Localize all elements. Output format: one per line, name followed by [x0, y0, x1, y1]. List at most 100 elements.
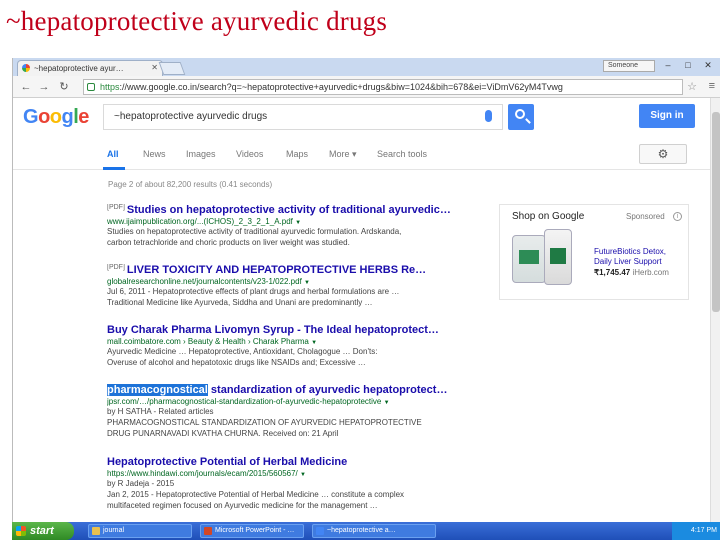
logo-letter: o [49, 106, 62, 128]
url-text: ://www.google.co.in/search?q=~hepatoprot… [119, 82, 563, 92]
result-snippet-line: Ayurvedic Medicine … Hepatoprotective, A… [107, 347, 378, 356]
search-button[interactable] [508, 104, 534, 130]
active-tab-indicator [103, 167, 125, 170]
price-value: ₹1,745.47 [594, 268, 631, 277]
result-title[interactable]: [PDF] LIVER TOXICITY AND HEPATOPROTECTIVE… [107, 264, 477, 276]
close-tab-icon[interactable]: ✕ [151, 63, 158, 72]
product-name[interactable]: FutureBiotics Detox, Daily Liver Support [594, 247, 666, 267]
start-button[interactable]: start [12, 522, 74, 540]
sponsored-label: Sponsored [626, 212, 665, 221]
tab-news[interactable]: News [143, 149, 166, 159]
result-snippet-line: PHARMACOGNOSTICAL STANDARDIZATION OF AYU… [107, 418, 422, 427]
result-title-text[interactable]: LIVER TOXICITY AND HEPATOPROTECTIVE HERB… [127, 264, 426, 276]
result-stats: Page 2 of about 82,200 results (0.41 sec… [108, 180, 273, 189]
tab-maps[interactable]: Maps [286, 149, 308, 159]
logo-letter: o [38, 106, 50, 128]
maximize-icon[interactable]: □ [679, 60, 697, 72]
tab-google-search[interactable]: ~hepatoprotective ayur… ✕ [17, 60, 163, 76]
result-url: jpsr.com/…/pharmacognostical-standardiza… [107, 397, 477, 406]
result-snippet-line: Overuse of alcohol and hepatotoxic drugs… [107, 358, 366, 367]
shopping-title: Shop on Google [512, 211, 585, 222]
task-label: journal [103, 527, 125, 534]
logo-letter: G [23, 106, 39, 128]
vertical-scrollbar[interactable] [710, 98, 720, 522]
folder-icon [92, 527, 100, 535]
chrome-icon [316, 527, 324, 535]
search-result: Buy Charak Pharma Livomyn Syrup - The Id… [107, 324, 477, 368]
result-url: mall.coimbatore.com › Beauty & Health › … [107, 337, 477, 346]
reload-icon[interactable]: ↻ [57, 80, 71, 94]
dropdown-arrow-icon[interactable]: ▼ [300, 472, 306, 478]
back-arrow-icon[interactable]: ← [19, 80, 33, 94]
search-nav: All News Images Videos Maps More ▾ Searc… [13, 138, 720, 170]
microphone-icon[interactable] [485, 110, 492, 122]
powerpoint-icon [204, 527, 212, 535]
tab-all[interactable]: All [107, 149, 119, 159]
tab-search-tools[interactable]: Search tools [377, 149, 427, 159]
tab-images[interactable]: Images [186, 149, 216, 159]
dropdown-arrow-icon[interactable]: ▼ [384, 400, 390, 406]
result-snippet-line: by R Jadeja - 2015 [107, 479, 175, 488]
result-snippet-line: Jul 6, 2011 - Hepatoprotective effects o… [107, 287, 400, 296]
taskbar-item-journal[interactable]: journal [88, 524, 192, 538]
search-result: Hepatoprotective Potential of Herbal Med… [107, 456, 477, 511]
shopping-card[interactable]: Shop on Google Sponsored i FutureBiotics… [499, 204, 689, 300]
result-url: globalresearchonline.net/journalcontents… [107, 277, 477, 286]
new-tab-button[interactable] [158, 62, 186, 75]
highlighted-term: pharmacognostical [107, 384, 208, 396]
store-name: iHerb.com [632, 268, 669, 277]
result-url-text: https://www.hindawi.com/journals/ecam/20… [107, 469, 298, 478]
sign-in-button[interactable]: Sign in [639, 104, 695, 128]
slide-title: ~hepatoprotective ayurvedic drugs [6, 6, 388, 36]
result-snippet-line: multifaceted regimen focused on Ayurvedi… [107, 501, 378, 510]
logo-letter: g [61, 106, 74, 128]
result-url: https://www.hindawi.com/journals/ecam/20… [107, 469, 477, 478]
result-snippet-line: Traditional Medicine like Ayurveda, Sidd… [107, 298, 373, 307]
result-title[interactable]: Buy Charak Pharma Livomyn Syrup - The Id… [107, 324, 477, 336]
taskbar-item-browser[interactable]: ~hepatoprotective a… [312, 524, 436, 538]
browser-menu-icon[interactable]: ≡ [709, 80, 715, 92]
address-bar[interactable]: https://www.google.co.in/search?q=~hepat… [83, 79, 683, 95]
info-icon[interactable]: i [673, 212, 682, 221]
search-input[interactable]: ~hepatoprotective ayurvedic drugs [103, 104, 503, 130]
result-snippet-line: Studies on hepatoprotective activity of … [107, 227, 402, 236]
result-url: www.ijaimpublication.org/...(ICHOS)_2_3_… [107, 217, 477, 226]
google-header: Google ~hepatoprotective ayurvedic drugs… [13, 98, 720, 138]
tab-label: ~hepatoprotective ayur… [34, 64, 124, 73]
product-name-line: FutureBiotics Detox, [594, 247, 667, 256]
close-window-icon[interactable]: ✕ [699, 60, 717, 72]
taskbar: start journal Microsoft PowerPoint - … ~… [12, 522, 720, 540]
pdf-tag: [PDF] [107, 264, 125, 271]
profile-button[interactable]: Someone [603, 60, 655, 72]
tab-more[interactable]: More ▾ [329, 149, 357, 160]
result-url-text: jpsr.com/…/pharmacognostical-standardiza… [107, 397, 382, 406]
minimize-icon[interactable]: – [659, 60, 677, 72]
task-label: ~hepatoprotective a… [327, 527, 396, 534]
forward-arrow-icon[interactable]: → [37, 80, 51, 94]
settings-gear-icon[interactable]: ⚙ [639, 144, 687, 164]
result-title[interactable]: [PDF] Studies on hepatoprotective activit… [107, 204, 477, 216]
result-snippet-line: carbon tetrachloride and choric products… [107, 238, 350, 247]
result-title-text[interactable]: standardization of ayurvedic hepatoprote… [208, 384, 448, 396]
browser-screenshot: ~hepatoprotective ayur… ✕ Someone – □ ✕ … [12, 58, 720, 522]
bookmark-star-icon[interactable]: ☆ [687, 80, 697, 93]
result-snippet-line: by H SATHA - Related articles [107, 407, 214, 416]
product-image[interactable] [544, 229, 572, 285]
result-snippet-line: Jan 2, 2015 - Hepatoprotective Potential… [107, 490, 405, 499]
scrollbar-thumb[interactable] [712, 112, 720, 312]
system-clock[interactable]: 4:17 PM [672, 522, 720, 540]
result-title[interactable]: Hepatoprotective Potential of Herbal Med… [107, 456, 477, 468]
product-image[interactable] [512, 235, 546, 283]
taskbar-item-powerpoint[interactable]: Microsoft PowerPoint - … [200, 524, 304, 538]
google-logo[interactable]: Google [23, 106, 89, 129]
result-title[interactable]: pharmacognostical standardization of ayu… [107, 384, 477, 396]
pdf-tag: [PDF] [107, 204, 125, 211]
logo-letter: e [78, 106, 89, 128]
lock-icon [87, 83, 95, 91]
browser-toolbar: ← → ↻ https://www.google.co.in/search?q=… [13, 76, 720, 98]
result-title-text[interactable]: Studies on hepatoprotective activity of … [127, 204, 451, 216]
result-url-text: mall.coimbatore.com › Beauty & Health › … [107, 337, 309, 346]
tab-videos[interactable]: Videos [236, 149, 263, 159]
google-favicon-icon [22, 64, 30, 72]
product-price: ₹1,745.47 iHerb.com [594, 268, 669, 277]
